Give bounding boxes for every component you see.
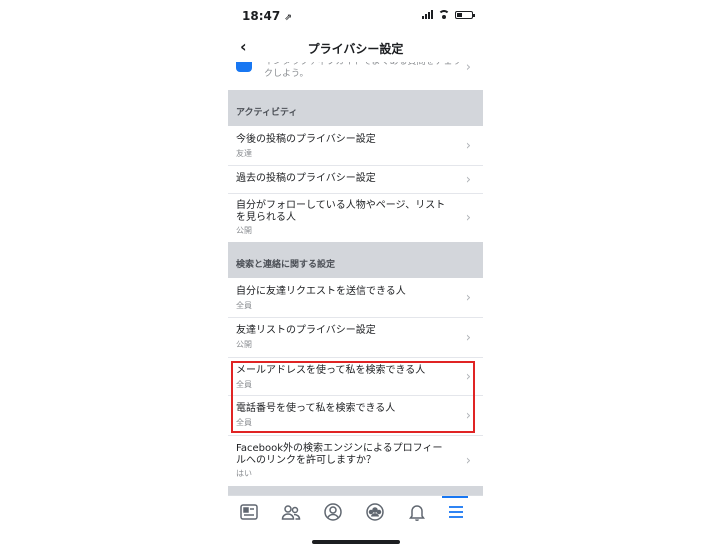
menu-icon <box>449 506 463 518</box>
guide-icon <box>236 62 252 72</box>
section-header-search-contact: 検索と連絡に関する設定 <box>228 242 483 278</box>
home-indicator <box>312 540 400 544</box>
notifications-bell-icon <box>409 505 425 522</box>
row-title: 自分に友達リクエストを送信できる人 <box>236 286 406 297</box>
row-subtitle: 公開 <box>236 226 252 235</box>
navigation-bar: ‹ プライバシー設定 <box>228 30 483 62</box>
clock: 18:47 <box>242 9 281 23</box>
status-time: 18:47 ⇗ <box>242 9 292 23</box>
friends-icon <box>281 505 301 520</box>
status-bar: 18:47 ⇗ <box>228 0 483 30</box>
tab-news-feed[interactable] <box>237 500 261 524</box>
row-subtitle: 友達 <box>236 149 252 158</box>
bottom-tab-bar <box>228 495 483 531</box>
row-title: Facebook外の検索エンジンによるプロフィールへのリンクを許可しますか？ <box>236 443 443 466</box>
setting-friends-list-privacy[interactable]: 友達リストのプライバシー設定 公開 › <box>228 318 483 358</box>
chevron-right-icon: › <box>465 330 471 345</box>
section-header-activity: アクティビティ <box>228 90 483 126</box>
row-subtitle: 全員 <box>236 301 252 310</box>
chevron-right-icon: › <box>465 210 471 226</box>
tab-notifications[interactable] <box>405 500 429 524</box>
chevron-right-icon: › <box>465 172 471 187</box>
chevron-right-icon: › <box>465 453 471 469</box>
section-label: 検索と連絡に関する設定 <box>236 260 336 270</box>
interactive-guide-item[interactable]: インタラクティブガイドでよくある質問をチェックしよう。 › <box>228 62 483 90</box>
profile-icon <box>324 503 342 521</box>
tab-groups[interactable] <box>363 500 387 524</box>
page-title: プライバシー設定 <box>307 42 404 56</box>
status-icons <box>422 10 475 19</box>
battery-icon <box>455 10 475 19</box>
setting-past-posts[interactable]: 過去の投稿のプライバシー設定 › <box>228 166 483 194</box>
row-title: 今後の投稿のプライバシー設定 <box>236 134 376 145</box>
setting-future-posts[interactable]: 今後の投稿のプライバシー設定 友達 › <box>228 126 483 166</box>
setting-friend-requests[interactable]: 自分に友達リクエストを送信できる人 全員 › <box>228 278 483 318</box>
location-arrow-icon: ⇗ <box>284 13 292 23</box>
row-title: 過去の投稿のプライバシー設定 <box>236 173 376 184</box>
tab-friends[interactable] <box>279 500 303 524</box>
highlight-box <box>231 361 475 433</box>
groups-icon <box>366 503 384 521</box>
section-label: アクティビティ <box>236 108 298 118</box>
guide-text: インタラクティブガイドでよくある質問をチェックしよう。 <box>264 62 462 79</box>
section-divider <box>228 486 483 495</box>
news-feed-icon <box>240 504 258 520</box>
tab-profile[interactable] <box>321 500 345 524</box>
tab-menu[interactable] <box>444 500 468 524</box>
active-tab-indicator <box>442 496 468 498</box>
row-subtitle: はい <box>236 469 252 478</box>
chevron-right-icon: › <box>465 138 471 153</box>
row-title: 自分がフォローしている人物やページ、リストを見られる人 <box>236 200 446 223</box>
cellular-signal-icon <box>422 10 433 19</box>
row-title: 友達リストのプライバシー設定 <box>236 325 376 336</box>
row-subtitle: 公開 <box>236 340 252 349</box>
wifi-icon <box>438 10 450 19</box>
phone-screen: 18:47 ⇗ ‹ プライバシー設定 インタラクティブガイドでよくある質問をチェ… <box>228 0 483 550</box>
chevron-right-icon: › <box>465 62 471 75</box>
chevron-right-icon: › <box>465 290 471 305</box>
setting-search-engine-link[interactable]: Facebook外の検索エンジンによるプロフィールへのリンクを許可しますか？ は… <box>228 436 483 486</box>
setting-following-visibility[interactable]: 自分がフォローしている人物やページ、リストを見られる人 公開 › <box>228 194 483 242</box>
